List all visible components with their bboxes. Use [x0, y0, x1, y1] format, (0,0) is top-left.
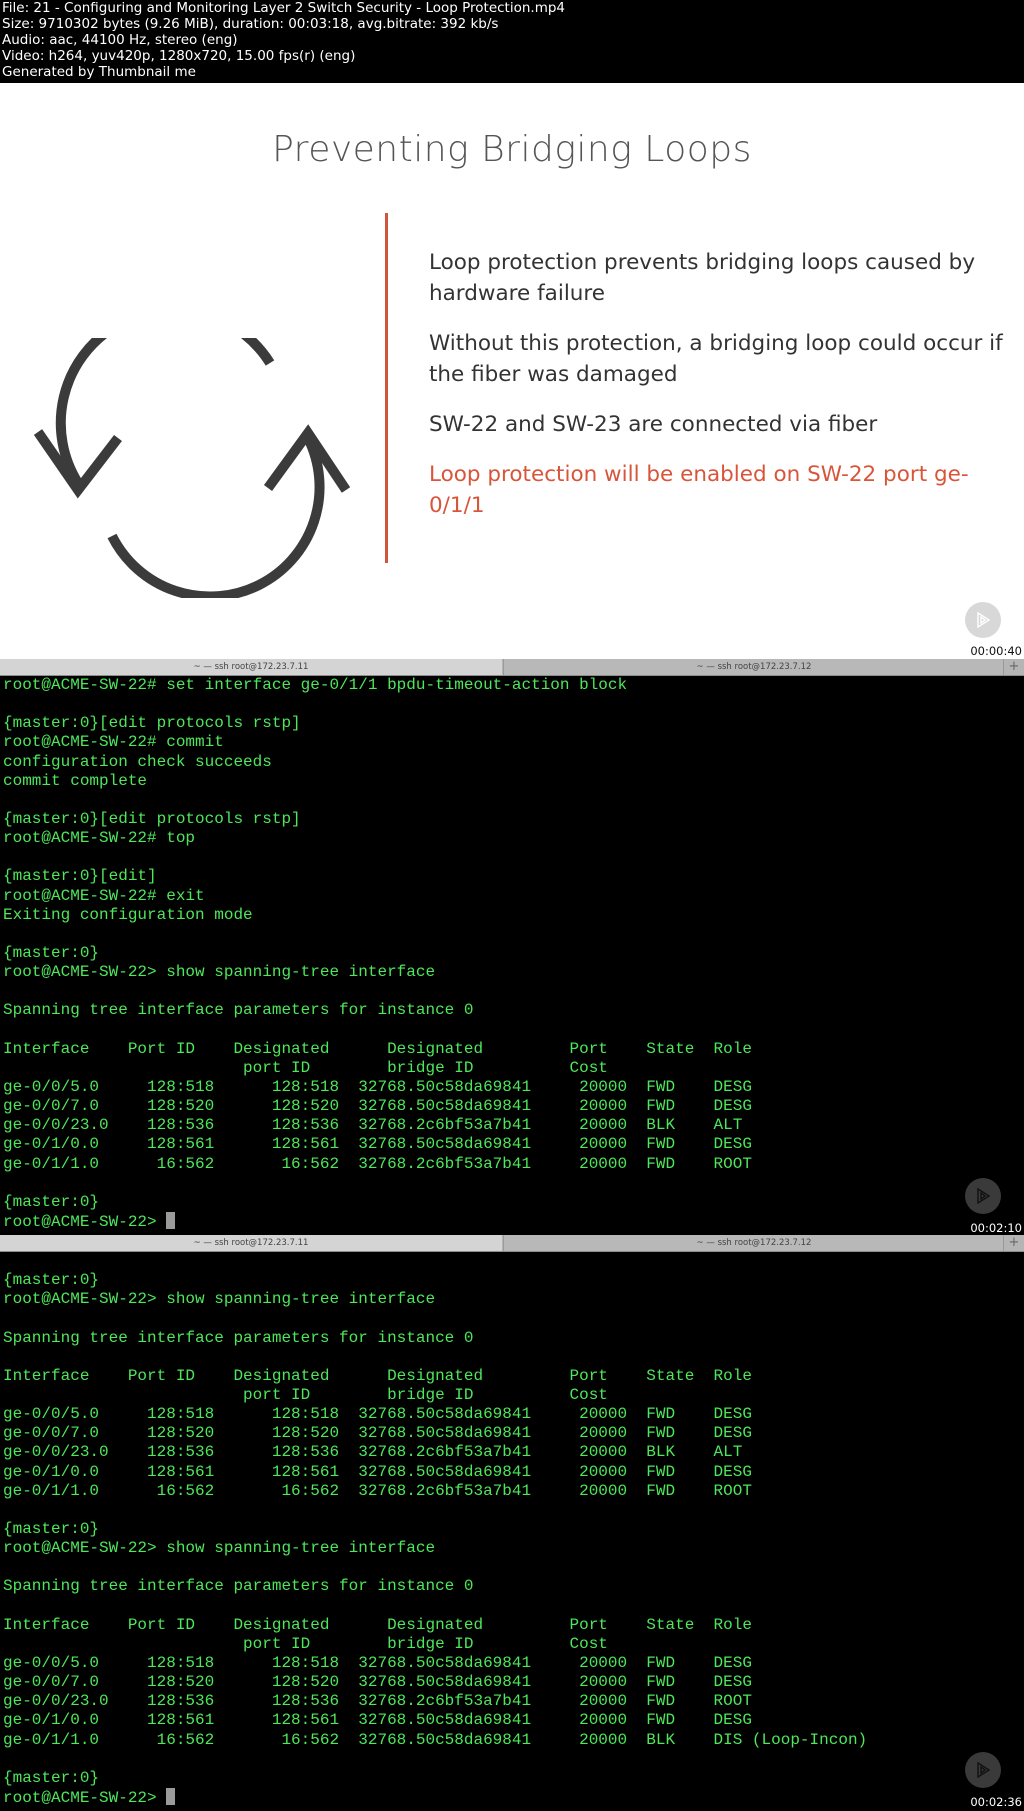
terminal-line: ge-0/0/23.0 128:536 128:536 32768.2c6bf5… — [3, 1116, 743, 1135]
slide-title: Preventing Bridging Loops — [272, 129, 752, 170]
terminal-line: {master:0} — [3, 1768, 100, 1787]
new-tab-button[interactable]: + — [1003, 659, 1024, 675]
bullet-without-protection: Without this protection, a bridging loop… — [429, 331, 1003, 387]
terminal-line: root@ACME-SW-22> — [3, 1211, 752, 1231]
bullet-loop-protection: Loop protection prevents bridging loops … — [429, 250, 976, 306]
terminal-line: ge-0/0/7.0 128:520 128:520 32768.50c58da… — [3, 1673, 752, 1692]
terminal-line: ge-0/1/0.0 128:561 128:561 32768.50c58da… — [3, 1711, 752, 1730]
terminal-line: {master:0}[edit] — [3, 867, 157, 886]
terminal-tab-bar: ~ — ssh root@172.23.7.11 ~ — ssh root@17… — [0, 659, 1024, 676]
terminal-line: root@ACME-SW-22# commit — [3, 733, 224, 752]
generator-line: Generated by Thumbnail me — [2, 64, 196, 80]
terminal-line: commit complete — [3, 771, 148, 790]
terminal-line: {master:0} — [3, 1192, 100, 1211]
terminal-line: {master:0} — [3, 1271, 100, 1290]
terminal-frame-3[interactable]: {master:0} root@ACME-SW-22> show spanning… — [0, 1252, 1024, 1811]
terminal-line: Interface Port ID Designated Designated … — [3, 1615, 752, 1634]
timestamp: 00:02:10 — [970, 1221, 1022, 1235]
terminal-line: Spanning tree interface parameters for i… — [3, 1001, 474, 1020]
terminal-line: ge-0/0/7.0 128:520 128:520 32768.50c58da… — [3, 1097, 752, 1116]
terminal-output: {master:0} root@ACME-SW-22> show spanning… — [3, 1252, 867, 1807]
play-icon — [977, 1187, 991, 1205]
terminal-line: Spanning tree interface parameters for i… — [3, 1328, 474, 1347]
play-icon — [977, 1761, 991, 1779]
terminal-line: ge-0/0/5.0 128:518 128:518 32768.50c58da… — [3, 1653, 752, 1672]
terminal-line: ge-0/0/5.0 128:518 128:518 32768.50c58da… — [3, 1077, 752, 1096]
terminal-line: ge-0/0/7.0 128:520 128:520 32768.50c58da… — [3, 1424, 752, 1443]
slide-frame: Preventing Bridging Loops Loop protectio… — [0, 83, 1024, 659]
terminal-line: configuration check succeeds — [3, 752, 272, 771]
terminal-line: ge-0/0/23.0 128:536 128:536 32768.2c6bf5… — [3, 1692, 752, 1711]
play-button[interactable] — [965, 1752, 1001, 1788]
file-name-line: File: 21 - Configuring and Monitoring La… — [2, 0, 566, 16]
terminal-line: root@ACME-SW-22# top — [3, 829, 196, 848]
terminal-line: Spanning tree interface parameters for i… — [3, 1577, 474, 1596]
tab-ssh-172-23-7-11[interactable]: ~ — ssh root@172.23.7.11 — [0, 1235, 502, 1251]
audio-info-line: Audio: aac, 44100 Hz, stereo (eng) — [2, 32, 238, 48]
terminal-cursor — [166, 1211, 176, 1229]
terminal-tab-bar: ~ — ssh root@172.23.7.11 ~ — ssh root@17… — [0, 1235, 1024, 1252]
terminal-line: root@ACME-SW-22> show spanning-tree inte… — [3, 1290, 436, 1309]
vertical-divider — [385, 213, 388, 563]
terminal-line: port ID bridge ID Cost — [3, 1385, 608, 1404]
terminal-line: {master:0}[edit protocols rstp] — [3, 809, 301, 828]
timestamp: 00:02:36 — [970, 1795, 1022, 1809]
terminal-line: ge-0/1/0.0 128:561 128:561 32768.50c58da… — [3, 1462, 752, 1481]
terminal-frame-2[interactable]: root@ACME-SW-22# set interface ge-0/1/1 … — [0, 676, 1024, 1235]
refresh-loop-icon — [33, 338, 350, 598]
tab-ssh-172-23-7-11[interactable]: ~ — ssh root@172.23.7.11 — [0, 659, 502, 675]
terminal-line: ge-0/1/1.0 16:562 16:562 32768.2c6bf53a7… — [3, 1481, 752, 1500]
terminal-line: Interface Port ID Designated Designated … — [3, 1039, 752, 1058]
terminal-line: {master:0}[edit protocols rstp] — [3, 714, 301, 733]
terminal-line: ge-0/1/1.0 16:562 16:562 32768.2c6bf53a7… — [3, 1154, 752, 1173]
bullet-enable-port: Loop protection will be enabled on SW-22… — [429, 462, 969, 518]
terminal-line: {master:0} — [3, 943, 100, 962]
terminal-line: Interface Port ID Designated Designated … — [3, 1366, 752, 1385]
slide-bullets: Loop protection prevents bridging loops … — [429, 247, 1009, 540]
play-button[interactable] — [965, 1178, 1001, 1214]
terminal-line: {master:0} — [3, 1519, 100, 1538]
timestamp: 00:00:40 — [970, 644, 1022, 658]
new-tab-button[interactable]: + — [1003, 1235, 1024, 1251]
terminal-line: ge-0/0/5.0 128:518 128:518 32768.50c58da… — [3, 1405, 752, 1424]
play-icon — [977, 611, 991, 629]
terminal-line: ge-0/0/23.0 128:536 128:536 32768.2c6bf5… — [3, 1443, 743, 1462]
video-info-line: Video: h264, yuv420p, 1280x720, 15.00 fp… — [2, 48, 356, 64]
video-info-header: File: 21 - Configuring and Monitoring La… — [0, 0, 1024, 83]
terminal-line: root@ACME-SW-22# set interface ge-0/1/1 … — [3, 676, 628, 694]
terminal-line: Exiting configuration mode — [3, 905, 253, 924]
terminal-output: root@ACME-SW-22# set interface ge-0/1/1 … — [3, 676, 752, 1231]
tab-ssh-172-23-7-12[interactable]: ~ — ssh root@172.23.7.12 — [503, 659, 1004, 675]
terminal-line: ge-0/1/0.0 128:561 128:561 32768.50c58da… — [3, 1135, 752, 1154]
terminal-line: root@ACME-SW-22> show spanning-tree inte… — [3, 1539, 436, 1558]
terminal-cursor — [166, 1787, 176, 1805]
terminal-line: port ID bridge ID Cost — [3, 1634, 608, 1653]
bullet-fiber-connection: SW-22 and SW-23 are connected via fiber — [429, 412, 878, 437]
tab-ssh-172-23-7-12[interactable]: ~ — ssh root@172.23.7.12 — [503, 1235, 1004, 1251]
terminal-line: root@ACME-SW-22> — [3, 1787, 867, 1807]
file-size-line: Size: 9710302 bytes (9.26 MiB), duration… — [2, 16, 499, 32]
terminal-line: root@ACME-SW-22# exit — [3, 886, 205, 905]
terminal-line: ge-0/1/1.0 16:562 16:562 32768.50c58da69… — [3, 1730, 868, 1749]
terminal-line: root@ACME-SW-22> show spanning-tree inte… — [3, 963, 436, 982]
play-button[interactable] — [965, 602, 1001, 638]
terminal-line: port ID bridge ID Cost — [3, 1058, 608, 1077]
